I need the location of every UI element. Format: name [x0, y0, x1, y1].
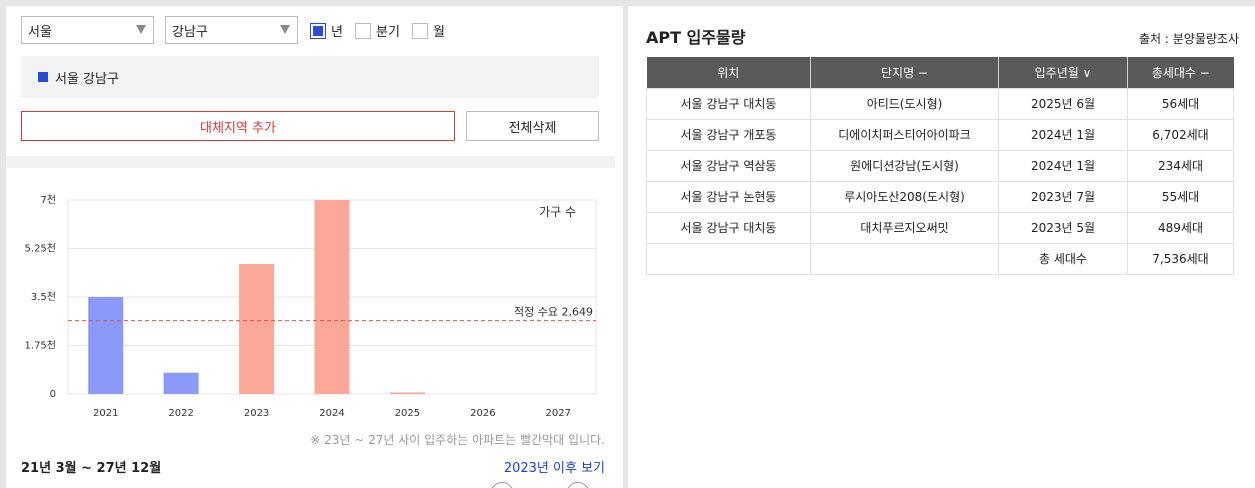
cell-move-in: 2023년 7월	[998, 180, 1128, 213]
cell-complex: 원에디션강남(도시형)	[810, 149, 999, 182]
chevron-down-icon	[136, 25, 146, 34]
bar-2022	[163, 372, 199, 394]
selected-region-label: 서울 강남구	[55, 71, 119, 87]
quarter-checkbox[interactable]: 분기	[355, 21, 400, 40]
table-row[interactable]: 서울 강남구 역삼동 원에디션강남(도시형) 2024년 1월 234세대	[646, 149, 1234, 182]
cell-complex: 디에이치퍼스티어아이파크	[810, 118, 999, 151]
district-select[interactable]: 강남구	[165, 16, 298, 44]
checkbox-icon	[412, 22, 428, 39]
y-tick-label: 5.25천	[25, 243, 56, 255]
cell-households: 489세대	[1127, 211, 1234, 244]
cell-households: 6,702세대	[1127, 118, 1234, 151]
x-tick-label: 2022	[168, 408, 193, 419]
cell-households: 55세대	[1127, 180, 1234, 213]
table-total-row: 총 세대수 7,536세대	[646, 242, 1234, 275]
x-tick-label: 2024	[319, 408, 344, 419]
total-value: 7,536세대	[1127, 242, 1234, 275]
section-divider	[6, 156, 615, 168]
cell-complex: 아티드(도시형)	[810, 87, 999, 120]
x-tick-label: 2021	[93, 408, 118, 419]
cell-location: 서울 강남구 대치동	[646, 87, 811, 120]
y-tick-label: 3.5천	[31, 291, 56, 303]
chevron-down-icon	[280, 25, 290, 34]
cell-location: 서울 강남구 논현동	[646, 180, 811, 213]
bar-2024	[314, 200, 350, 394]
table-row[interactable]: 서울 강남구 논현동 루시아도산208(도시형) 2023년 7월 55세대	[646, 180, 1234, 213]
cell-location: 서울 강남구 역삼동	[646, 149, 811, 182]
month-checkbox[interactable]: 월	[412, 21, 445, 40]
x-tick-label: 2026	[470, 408, 495, 419]
year-checkbox-label: 년	[331, 25, 343, 40]
table-row[interactable]: 서울 강남구 대치동 대치푸르지오써밋 2023년 5월 489세대	[646, 211, 1234, 244]
series-color-marker	[38, 72, 48, 82]
quarter-checkbox-label: 분기	[376, 25, 400, 40]
cell-location: 서울 강남구 대치동	[646, 211, 811, 244]
checkbox-checked-icon	[310, 22, 326, 39]
table-row[interactable]: 서울 강남구 개포동 디에이치퍼스티어아이파크 2024년 1월 6,702세대	[646, 118, 1234, 151]
cell-move-in: 2024년 1월	[998, 118, 1128, 151]
source-label: 출처 : 분양물량조사	[1139, 32, 1239, 46]
cell-complex: 대치푸르지오써밋	[810, 211, 999, 244]
chart-note: ※ 23년 ~ 27년 사이 입주하는 아파트는 빨간막대 입니다.	[310, 433, 605, 447]
column-header-move-in[interactable]: 입주년월 ∨	[998, 57, 1128, 88]
bar-2021	[88, 297, 124, 394]
add-alternative-region-button[interactable]: 대체지역 추가	[21, 111, 455, 141]
cell-move-in: 2024년 1월	[998, 149, 1128, 182]
month-checkbox-label: 월	[433, 25, 445, 40]
right-panel: APT 입주물량 출처 : 분양물량조사 위치 단지명 − 입주년월 ∨ 총세대…	[628, 6, 1255, 488]
bar-2023	[239, 264, 275, 394]
cell-empty	[810, 242, 999, 275]
cell-households: 56세대	[1127, 87, 1234, 120]
y-tick-label: 7천	[40, 194, 56, 206]
view-after-2023-link[interactable]: 2023년 이후 보기	[504, 457, 605, 476]
left-panel: 서울 강남구 년 분기 월 서울 강남구 대체지역 추가 전체삭제 0 1.75천…	[6, 6, 623, 488]
prev-circle-button[interactable]	[490, 482, 514, 488]
cell-empty	[646, 242, 811, 275]
period-label: 21년 3월 ~ 27년 12월	[21, 461, 162, 476]
column-header-households[interactable]: 총세대수 −	[1127, 57, 1234, 88]
city-select[interactable]: 서울	[21, 16, 154, 44]
checkbox-icon	[355, 22, 371, 39]
cell-move-in: 2025년 6월	[998, 87, 1128, 120]
bar-2025	[389, 392, 425, 394]
next-circle-button[interactable]	[566, 482, 590, 488]
supply-table: 위치 단지명 − 입주년월 ∨ 총세대수 − 서울 강남구 대치동 아티드(도시…	[646, 57, 1234, 275]
table-row[interactable]: 서울 강남구 대치동 아티드(도시형) 2025년 6월 56세대	[646, 87, 1234, 120]
column-header-complex[interactable]: 단지명 −	[810, 57, 999, 88]
cell-location: 서울 강남구 개포동	[646, 118, 811, 151]
selected-region-bar: 서울 강남구	[21, 56, 599, 98]
x-tick-label: 2025	[395, 408, 420, 419]
cell-households: 234세대	[1127, 149, 1234, 182]
y-tick-label: 0	[50, 389, 56, 400]
cell-move-in: 2023년 5월	[998, 211, 1128, 244]
cell-complex: 루시아도산208(도시형)	[810, 180, 999, 213]
reference-line-label: 적정 수요 2,649	[514, 306, 593, 319]
table-header-row: 위치 단지명 − 입주년월 ∨ 총세대수 −	[646, 57, 1234, 88]
city-select-value: 서울	[28, 24, 52, 40]
district-select-value: 강남구	[172, 24, 208, 40]
total-label: 총 세대수	[998, 242, 1128, 275]
year-checkbox[interactable]: 년	[310, 21, 343, 40]
series-label: 가구 수	[539, 205, 576, 219]
x-tick-label: 2023	[244, 408, 269, 419]
delete-all-button[interactable]: 전체삭제	[466, 111, 599, 141]
column-header-location[interactable]: 위치	[646, 57, 811, 88]
supply-bar-chart: 0 1.75천 3.5천 5.25천 7천 2021 2022 2023 2024 2025 202…	[25, 194, 597, 419]
y-tick-label: 1.75천	[25, 340, 56, 352]
x-tick-label: 2027	[546, 408, 571, 419]
panel-title: APT 입주물량	[646, 28, 746, 47]
